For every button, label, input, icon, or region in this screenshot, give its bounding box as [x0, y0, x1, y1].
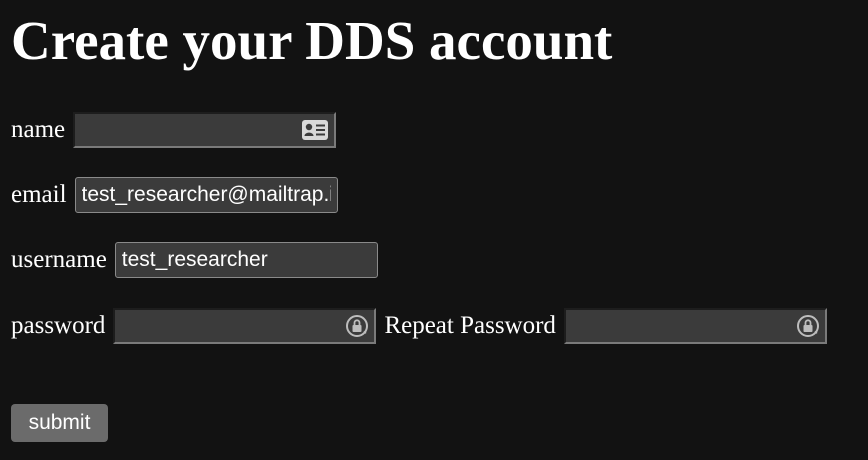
password-key-icon[interactable]: [796, 314, 820, 338]
email-input[interactable]: [75, 178, 337, 212]
name-input[interactable]: [75, 114, 335, 146]
password-field[interactable]: [113, 308, 377, 344]
name-label: name: [11, 116, 66, 143]
password-key-icon[interactable]: [345, 314, 369, 338]
username-row: username: [11, 242, 378, 278]
password-label: password: [11, 312, 106, 339]
username-field[interactable]: [114, 242, 378, 278]
password-row: password Repeat Password: [11, 308, 827, 344]
repeat-password-label: Repeat Password: [384, 312, 556, 339]
username-input[interactable]: [115, 243, 377, 277]
submit-button[interactable]: submit: [11, 404, 108, 442]
contact-card-icon[interactable]: [301, 119, 329, 141]
email-label: email: [11, 181, 67, 208]
repeat-password-input[interactable]: [565, 310, 825, 342]
password-input[interactable]: [115, 310, 375, 342]
repeat-password-field[interactable]: [563, 308, 827, 344]
email-row: email: [11, 177, 338, 213]
name-field[interactable]: [73, 112, 337, 148]
email-field[interactable]: [74, 177, 338, 213]
name-row: name: [11, 112, 337, 148]
page-title: Create your DDS account: [11, 10, 613, 71]
username-label: username: [11, 246, 107, 273]
